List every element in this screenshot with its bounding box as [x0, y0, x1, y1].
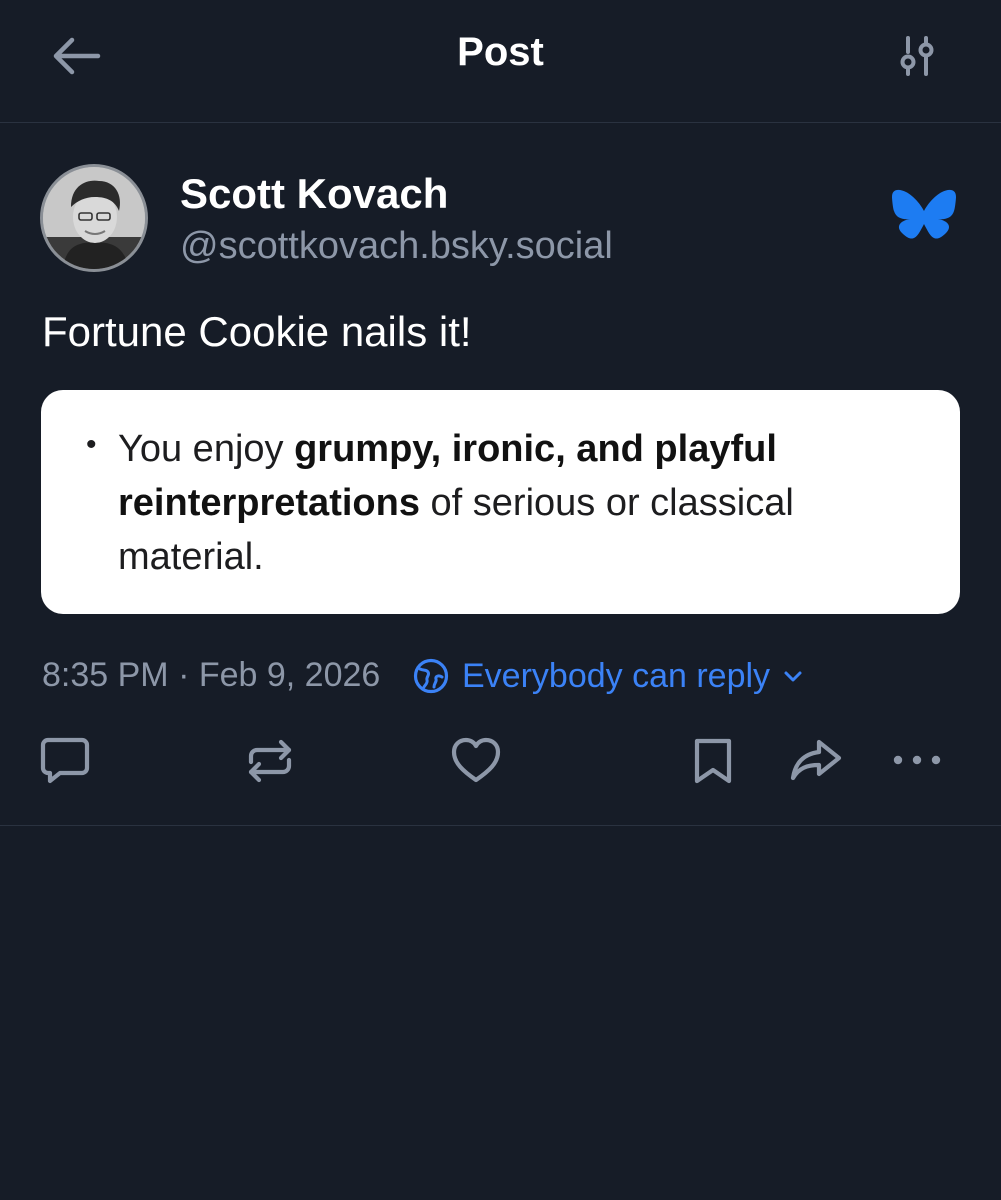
thread-settings-button[interactable]	[894, 32, 942, 80]
author-handle[interactable]: @scottkovach.bsky.social	[180, 225, 613, 268]
ellipsis-icon	[893, 755, 941, 765]
post-timestamp: 8:35 PM · Feb 9, 2026	[42, 656, 381, 694]
avatar[interactable]	[40, 164, 148, 272]
more-options-button[interactable]	[890, 734, 944, 788]
arrow-left-icon	[53, 37, 101, 75]
header-bar: Post	[0, 0, 1001, 123]
speech-bubble-icon	[40, 737, 90, 784]
bluesky-butterfly-icon	[892, 188, 956, 246]
embed-text-prefix: You enjoy	[118, 428, 295, 470]
reply-button[interactable]	[38, 734, 92, 788]
heart-icon	[451, 737, 501, 783]
embed-bullet: •	[86, 428, 97, 461]
globe-icon	[413, 658, 449, 694]
like-button[interactable]	[449, 734, 503, 788]
repost-arrows-icon	[248, 739, 292, 783]
reply-setting-button[interactable]: Everybody can reply	[412, 652, 804, 700]
author-display-name[interactable]: Scott Kovach	[180, 170, 448, 218]
post-text: Fortune Cookie nails it!	[42, 308, 472, 355]
page-title: Post	[457, 30, 544, 74]
share-arrow-icon	[790, 739, 842, 781]
chevron-down-icon	[784, 671, 802, 682]
bookmark-button[interactable]	[686, 734, 740, 788]
share-button[interactable]	[789, 734, 843, 788]
back-button[interactable]	[48, 32, 104, 80]
divider	[0, 825, 1001, 826]
bookmark-icon	[694, 738, 732, 784]
sliders-icon	[900, 36, 934, 76]
repost-button[interactable]	[243, 734, 297, 788]
avatar-photo	[43, 167, 145, 269]
reply-setting-label: Everybody can reply	[462, 656, 771, 695]
embed-text: You enjoy grumpy, ironic, and playful re…	[118, 422, 918, 584]
